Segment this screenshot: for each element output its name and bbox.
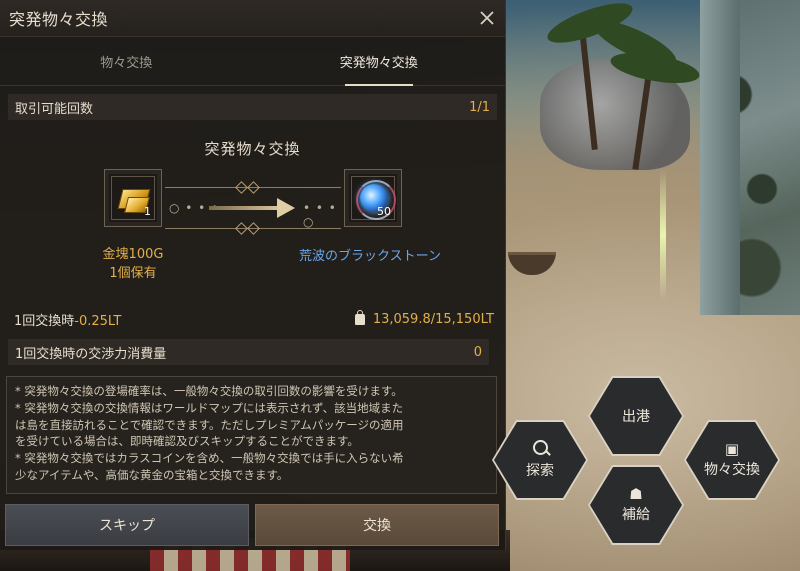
weight-change: 1回交換時-0.25LT bbox=[14, 310, 121, 329]
exchange-arrow: ○ • • • • • • ○ bbox=[165, 181, 341, 235]
dialog-title: 突発物々交換 bbox=[9, 10, 109, 29]
receive-item-inner: 50 bbox=[351, 176, 396, 220]
small-boat bbox=[508, 252, 556, 275]
diamond-ornament bbox=[247, 222, 260, 235]
give-item-inner: 1 bbox=[111, 176, 155, 220]
note-line: * 突発物々交換ではカラスコインを含め、一般物々交換では手に入らない希 bbox=[15, 451, 404, 466]
barter-label: 物々交換 bbox=[704, 462, 760, 478]
explore-button[interactable]: 探索 bbox=[492, 420, 588, 500]
note-line: を受けている場合は、即時確認及びスキップすることができます。 bbox=[15, 434, 359, 449]
note-line: は島を直接訪れることで確認できます。ただしプレミアムパッケージの適用 bbox=[15, 417, 404, 432]
diamond-ornament bbox=[247, 181, 260, 194]
trade-count-value: 1/1 bbox=[469, 99, 490, 115]
tab-sudden-barter[interactable]: 突発物々交換 bbox=[253, 37, 506, 85]
supply-label: 補給 bbox=[622, 507, 650, 523]
note-line: * 突発物々交換の登場確率は、一般物々交換の取引回数の影響を受けます。 bbox=[15, 384, 403, 398]
receive-item-slot[interactable]: 50 bbox=[344, 169, 402, 227]
energy-cost-value: 0 bbox=[473, 344, 482, 360]
sudden-barter-dialog: 突発物々交換 物々交換 突発物々交換 取引可能回数 1/1 突発物々交換 1 ○… bbox=[0, 0, 506, 550]
weight-total: 13,059.8/15,150LT bbox=[354, 310, 494, 329]
dots-right: • • • ○ bbox=[303, 201, 337, 229]
trade-count-row: 取引可能回数 1/1 bbox=[8, 94, 497, 120]
give-item-name: 金塊100G bbox=[102, 247, 164, 262]
crate-icon: ▣ bbox=[724, 440, 740, 458]
exchange-button[interactable]: 交換 bbox=[255, 504, 499, 546]
arrow-right-icon bbox=[277, 198, 295, 218]
search-icon-glyph bbox=[532, 440, 548, 455]
exchange-title: 突発物々交換 bbox=[204, 140, 301, 158]
supply-hand-icon: ☗ bbox=[629, 485, 643, 503]
exchange-area: 1 ○ • • • • • • ○ 50 金塊100G 1個保有 荒波のブラック… bbox=[0, 159, 505, 281]
energy-cost-label: 1回交換時の交渉力消費量 bbox=[15, 346, 167, 362]
close-icon bbox=[480, 11, 494, 25]
energy-cost-row: 1回交換時の交渉力消費量 0 bbox=[8, 339, 489, 365]
arrow-shaft bbox=[209, 206, 279, 210]
diamond-ornament bbox=[235, 222, 248, 235]
explore-label: 探索 bbox=[526, 463, 554, 479]
weight-label: 1回交換時 bbox=[14, 314, 75, 329]
barter-button[interactable]: ▣ 物々交換 bbox=[684, 420, 780, 500]
receive-item-name: 荒波のブラックストーン bbox=[299, 249, 441, 264]
skip-button[interactable]: スキップ bbox=[5, 504, 249, 546]
give-item-info: 金塊100G 1個保有 bbox=[88, 245, 178, 283]
depart-label: 出港 bbox=[622, 409, 650, 425]
light-beam bbox=[660, 170, 666, 300]
give-item-slot[interactable]: 1 bbox=[104, 169, 162, 227]
notes-box: * 突発物々交換の登場確率は、一般物々交換の取引回数の影響を受けます。 * 突発… bbox=[6, 376, 497, 494]
weight-delta: -0.25LT bbox=[74, 314, 122, 329]
close-button[interactable] bbox=[469, 0, 505, 36]
minimap[interactable] bbox=[700, 0, 800, 315]
tab-barter[interactable]: 物々交換 bbox=[0, 37, 253, 85]
weight-row: 1回交換時-0.25LT 13,059.8/15,150LT bbox=[14, 310, 494, 329]
depart-button[interactable]: 出港 bbox=[588, 376, 684, 456]
give-item-qty: 1 bbox=[144, 205, 151, 218]
note-line: * 突発物々交換の交換情報はワールドマップには表示されず、該当地域また bbox=[15, 400, 404, 415]
weight-icon bbox=[354, 310, 365, 325]
note-line: 少なアイテムや、高価な黄金の宝箱と交換できます。 bbox=[15, 467, 289, 482]
minimap-coastline bbox=[700, 0, 740, 315]
supply-button[interactable]: ☗ 補給 bbox=[588, 465, 684, 545]
trade-count-label: 取引可能回数 bbox=[15, 101, 94, 117]
search-icon bbox=[532, 440, 548, 458]
dialog-titlebar: 突発物々交換 bbox=[0, 0, 505, 37]
give-item-owned: 1個保有 bbox=[109, 266, 157, 281]
weight-value: 13,059.8/15,150LT bbox=[372, 312, 494, 327]
diamond-ornament bbox=[235, 181, 248, 194]
receive-item-qty: 50 bbox=[377, 205, 391, 218]
tab-bar: 物々交換 突発物々交換 bbox=[0, 37, 505, 86]
